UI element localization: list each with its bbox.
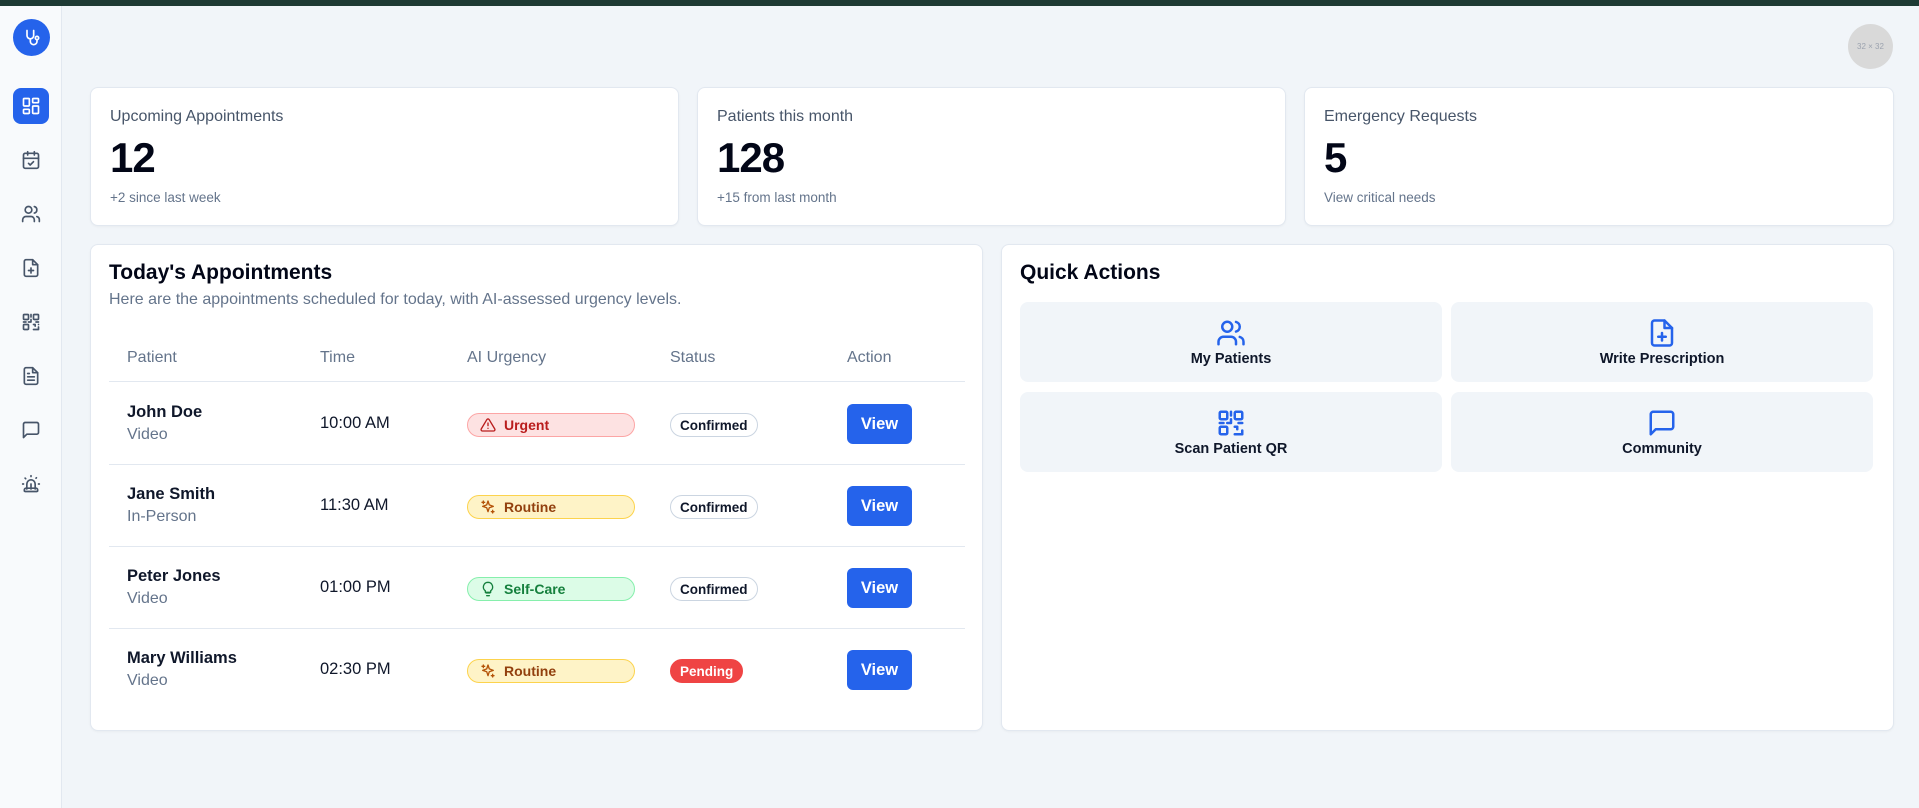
- appointment-type: Video: [127, 426, 168, 443]
- view-button[interactable]: View: [847, 404, 912, 444]
- urgency-badge: Urgent: [467, 413, 635, 437]
- sidebar-item-patients[interactable]: [13, 196, 49, 232]
- sidebar-item-messages[interactable]: [13, 412, 49, 448]
- scan-patient-qr-button[interactable]: Scan Patient QR: [1020, 392, 1442, 472]
- urgency-badge: Routine: [467, 495, 635, 519]
- view-button[interactable]: View: [847, 650, 912, 690]
- appointment-time: 01:00 PM: [320, 578, 391, 596]
- patient-name: Peter Jones: [127, 567, 221, 585]
- patient-name: Mary Williams: [127, 649, 237, 667]
- community-button[interactable]: Community: [1451, 392, 1873, 472]
- sidebar-item-dashboard[interactable]: [13, 88, 49, 124]
- appointment-time: 02:30 PM: [320, 660, 391, 678]
- patient-name: John Doe: [127, 403, 203, 421]
- urgency-label: Routine: [504, 499, 557, 515]
- file-text-icon: [23, 366, 39, 386]
- stat-subtext: View critical needs: [1324, 190, 1436, 205]
- patient-name: Jane Smith: [127, 485, 216, 503]
- stat-value: 128: [717, 134, 785, 181]
- stat-card-upcoming-appointments[interactable]: Upcoming Appointments 12 +2 since last w…: [90, 87, 679, 226]
- appointments-panel: Today's Appointments Here are the appoin…: [90, 244, 983, 731]
- column-header-time: Time: [320, 349, 355, 366]
- file-plus-icon: [1650, 318, 1674, 347]
- appointment-type: Video: [127, 590, 168, 607]
- qr-code-icon: [1218, 410, 1244, 435]
- stat-card-patients-this-month[interactable]: Patients this month 128 +15 from last mo…: [697, 87, 1286, 226]
- my-patients-button[interactable]: My Patients: [1020, 302, 1442, 382]
- panel-description: Here are the appointments scheduled for …: [109, 291, 682, 308]
- urgency-label: Urgent: [504, 417, 550, 433]
- users-icon: [21, 205, 41, 223]
- stat-value: 12: [110, 134, 156, 181]
- view-button[interactable]: View: [847, 568, 912, 608]
- table-row: Peter Jones Video 01:00 PM Self-Care Con…: [109, 547, 965, 629]
- stat-title: Emergency Requests: [1324, 108, 1477, 125]
- column-header-ai-urgency: AI Urgency: [467, 349, 547, 366]
- stat-subtext: +15 from last month: [717, 190, 837, 205]
- quick-action-label: Community: [1622, 440, 1702, 457]
- quick-actions-panel: Quick Actions My Patients Write Prescrip…: [1001, 244, 1894, 731]
- column-header-patient: Patient: [127, 349, 177, 366]
- stat-title: Patients this month: [717, 108, 854, 125]
- sidebar: [0, 6, 62, 808]
- qr-code-icon: [22, 313, 40, 331]
- sidebar-item-appointments[interactable]: [13, 142, 49, 178]
- user-avatar[interactable]: 32 × 32: [1848, 24, 1893, 69]
- stethoscope-icon: [25, 29, 39, 45]
- file-plus-icon: [23, 258, 39, 278]
- sidebar-item-prescriptions[interactable]: [13, 250, 49, 286]
- dashboard-icon: [22, 97, 40, 115]
- sparkles-icon: [481, 664, 495, 678]
- urgency-badge: Self-Care: [467, 577, 635, 601]
- avatar-placeholder-text: 32 × 32: [1857, 42, 1884, 51]
- urgency-badge: Routine: [467, 659, 635, 683]
- column-header-status: Status: [670, 349, 716, 366]
- appointment-type: Video: [127, 672, 168, 689]
- status-badge: Confirmed: [670, 413, 758, 437]
- status-badge: Pending: [670, 659, 744, 683]
- stat-value: 5: [1324, 134, 1347, 181]
- table-row: Jane Smith In-Person 11:30 AM Routine Co…: [109, 465, 965, 547]
- write-prescription-button[interactable]: Write Prescription: [1451, 302, 1873, 382]
- stat-subtext: +2 since last week: [110, 190, 221, 205]
- sidebar-item-records[interactable]: [13, 358, 49, 394]
- app-logo[interactable]: [13, 19, 50, 56]
- calendar-check-icon: [22, 150, 40, 170]
- sparkles-icon: [481, 500, 495, 514]
- appointment-time: 10:00 AM: [320, 414, 390, 432]
- view-button[interactable]: View: [847, 486, 912, 526]
- table-header: Patient Time AI Urgency Status Action: [109, 335, 965, 382]
- urgency-label: Routine: [504, 663, 557, 679]
- panel-title: Today's Appointments: [109, 261, 333, 284]
- alert-triangle-icon: [480, 418, 496, 432]
- top-accent-bar: [0, 0, 1919, 6]
- urgency-label: Self-Care: [504, 581, 566, 597]
- status-badge: Confirmed: [670, 495, 758, 519]
- panel-title: Quick Actions: [1020, 261, 1161, 284]
- stat-title: Upcoming Appointments: [110, 108, 284, 125]
- users-icon: [1217, 320, 1245, 345]
- table-row: Mary Williams Video 02:30 PM Routine Pen…: [109, 629, 965, 711]
- quick-action-label: Write Prescription: [1599, 350, 1725, 367]
- siren-icon: [21, 474, 41, 493]
- stat-card-emergency-requests[interactable]: Emergency Requests 5 View critical needs: [1304, 87, 1894, 226]
- sidebar-item-emergency[interactable]: [13, 466, 49, 502]
- quick-action-label: Scan Patient QR: [1174, 440, 1288, 457]
- status-badge: Confirmed: [670, 577, 758, 601]
- table-row: John Doe Video 10:00 AM Urgent Confirmed…: [109, 383, 965, 465]
- appointment-time: 11:30 AM: [320, 496, 389, 514]
- appointment-type: In-Person: [127, 508, 197, 525]
- lightbulb-icon: [482, 581, 494, 597]
- quick-action-label: My Patients: [1190, 350, 1272, 367]
- message-square-icon: [1649, 410, 1675, 435]
- column-header-action: Action: [847, 349, 892, 366]
- message-square-icon: [22, 421, 40, 439]
- sidebar-item-scan[interactable]: [13, 304, 49, 340]
